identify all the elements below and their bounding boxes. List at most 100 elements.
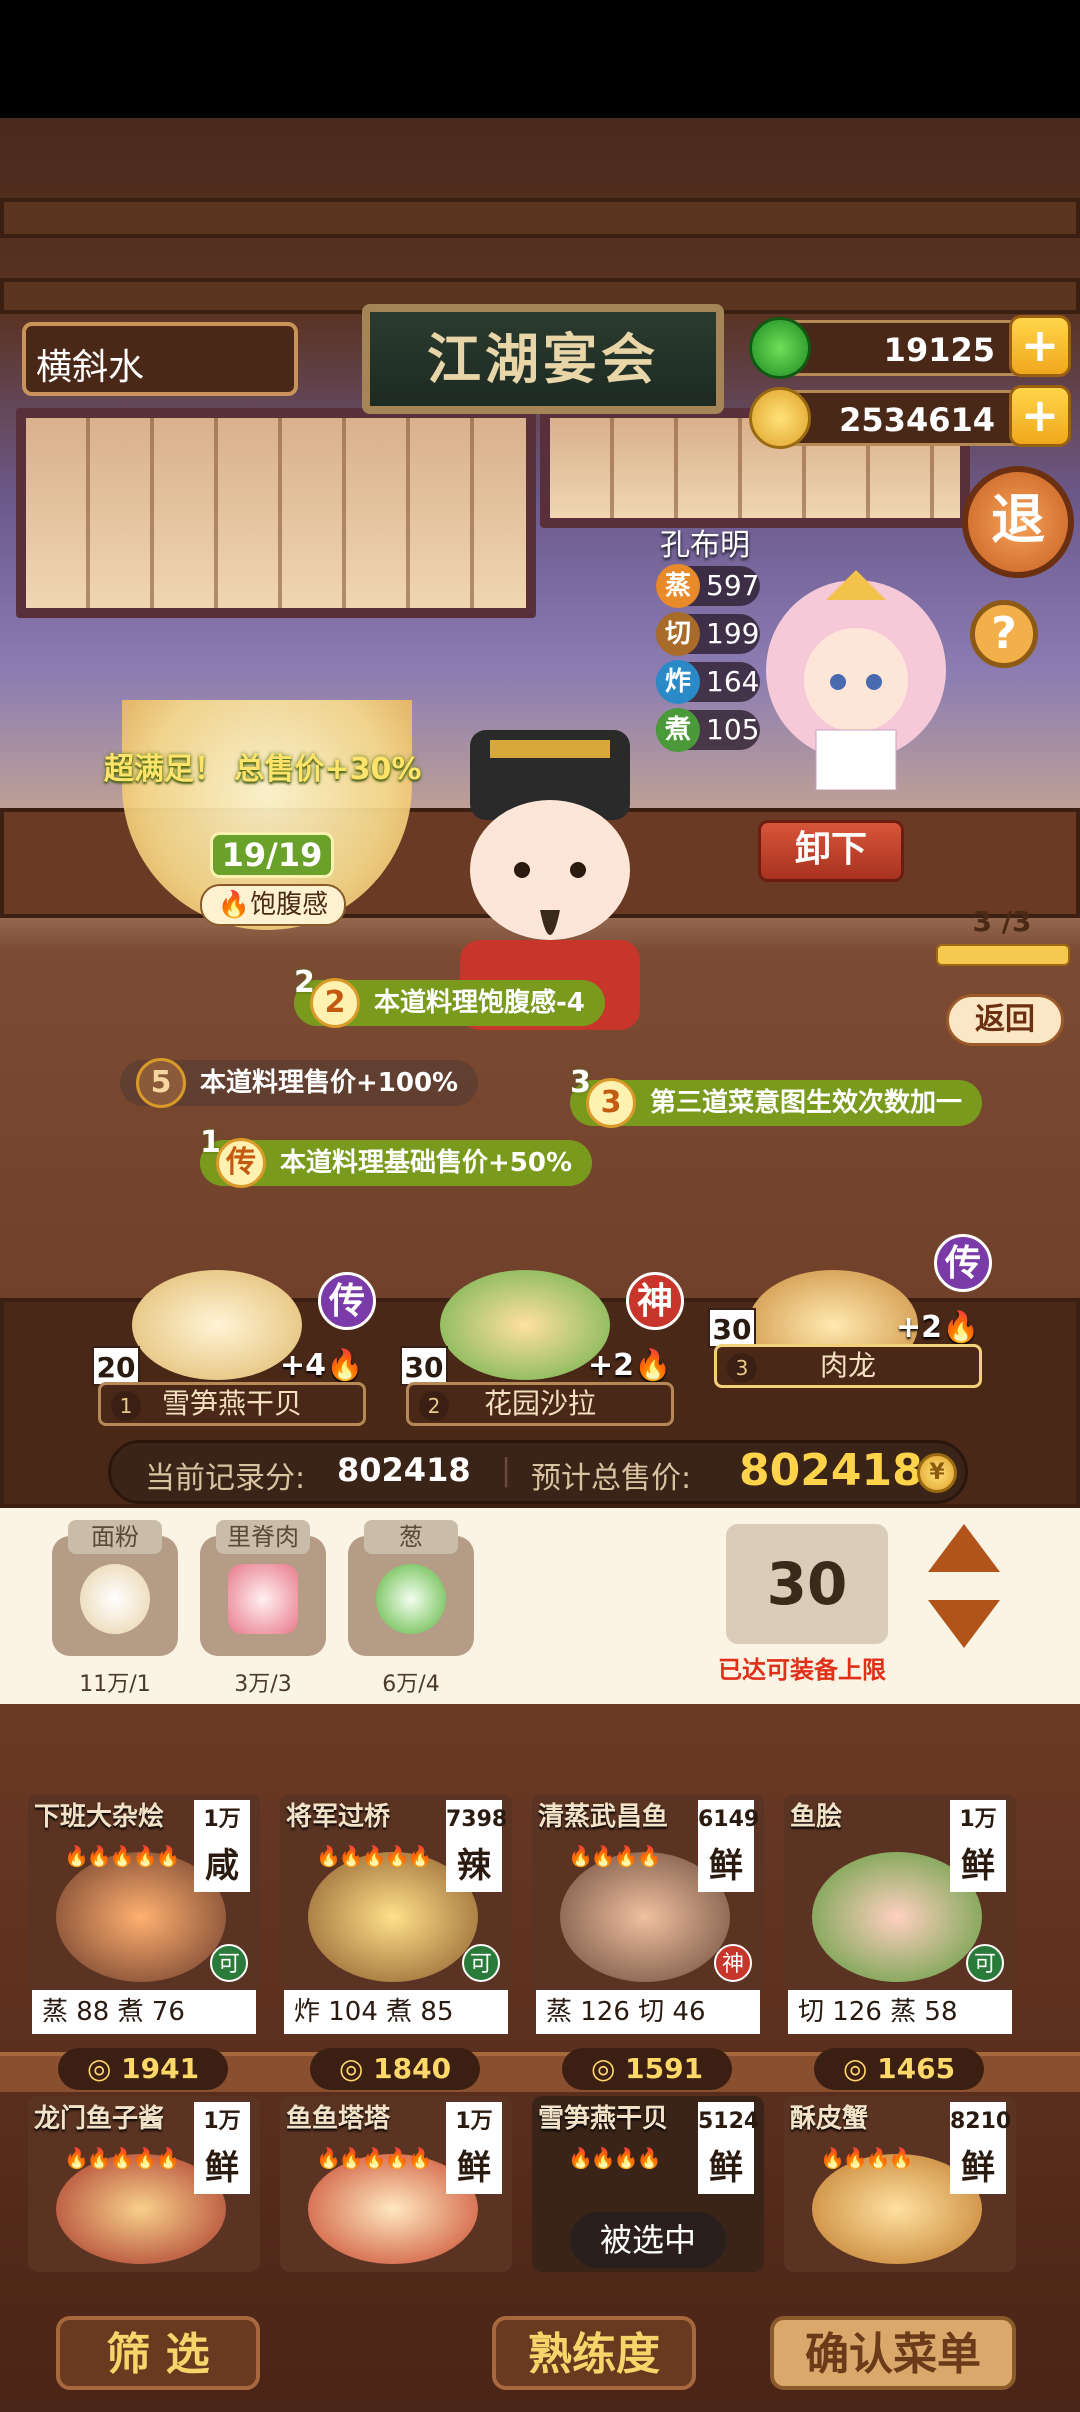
recipe-price-tag: 1万	[194, 2102, 250, 2142]
legend-tier-badge: 传	[934, 1234, 992, 1292]
recipe-taste: 鲜	[950, 1840, 1006, 1892]
effect-icon: 2	[310, 978, 360, 1028]
unload-chef-button[interactable]: 卸下	[758, 820, 904, 882]
recipe-name: 清蒸武昌鱼	[538, 1802, 669, 1832]
jade-icon	[749, 317, 811, 379]
dish-quantity: 30	[708, 1308, 756, 1348]
effect-icon: 5	[136, 1058, 186, 1108]
recipe-name: 龙门鱼子酱	[34, 2104, 165, 2134]
satiety-count: 19/19	[210, 832, 334, 878]
dish-quantity: 20	[92, 1346, 140, 1386]
effect-icon: 3	[586, 1078, 636, 1128]
chef-stat-boil: 煮 105	[656, 708, 760, 752]
recipe-taste: 辣	[446, 1840, 502, 1892]
chef-portrait[interactable]	[756, 560, 956, 790]
recipe-price-tag: 7398	[446, 1800, 507, 1840]
dish-name: 肉龙	[819, 1349, 876, 1382]
recipe-skills: 切 126 蒸 58	[788, 1990, 1012, 2034]
recipe-skills: 蒸 126 切 46	[536, 1990, 760, 2034]
account-name: 横斜水	[22, 322, 298, 396]
stat-value: 105	[706, 713, 760, 746]
recipe-name: 雪笋燕干贝	[538, 2104, 669, 2134]
ingredient-count: 11万/1	[79, 1672, 151, 1697]
recipe-card[interactable]: 龙门鱼子酱 🔥🔥🔥🔥🔥 1万 鲜	[28, 2096, 260, 2276]
dish-name-bar: 1 雪笋燕干贝	[98, 1382, 366, 1426]
dish-quantity: 30	[400, 1346, 448, 1386]
dish-bonus: +4🔥	[280, 1348, 364, 1383]
recipe-price-tag: 1万	[194, 1800, 250, 1840]
flame-rating: 🔥🔥🔥🔥🔥	[64, 2146, 181, 2170]
dish-progress-bar	[936, 944, 1070, 966]
equip-limit-note: 已达可装备上限	[718, 1656, 886, 1684]
recipe-name: 鱼脍	[790, 1802, 843, 1832]
stat-value: 597	[706, 569, 760, 602]
scallion-icon	[376, 1564, 446, 1634]
satiety-label: 🔥饱腹感	[200, 884, 346, 926]
dish-name-bar: 2 花园沙拉	[406, 1382, 674, 1426]
stat-value: 199	[706, 617, 760, 650]
ingredient-name: 面粉	[68, 1520, 162, 1554]
recipe-skills: 炸 104 煮 85	[284, 1990, 508, 2034]
recipe-card[interactable]: 将军过桥 🔥🔥🔥🔥🔥 7398 辣 可 炸 104 煮 85 ◎ 1840	[280, 1794, 512, 2090]
recipe-taste: 鲜	[950, 2142, 1006, 2194]
confirm-menu-button[interactable]: 确认菜单	[770, 2316, 1016, 2390]
effect-price-boost: 5 本道料理售价+100%	[120, 1058, 479, 1108]
recipe-card[interactable]: 鱼鱼塔塔 🔥🔥🔥🔥🔥 1万 鲜	[280, 2096, 512, 2276]
dish-name: 花园沙拉	[483, 1387, 596, 1420]
coin-counter: 2534614 +	[749, 385, 1071, 449]
effect-third-dish: 3 3 第三道菜意图生效次数加一	[570, 1065, 983, 1128]
flame-rating: 🔥🔥🔥🔥🔥	[64, 1844, 181, 1868]
score-bar: 当前记录分: 802418 | 预计总售价: 802418 ¥	[108, 1440, 968, 1504]
lattice-window	[16, 408, 536, 618]
ingredient-name: 葱	[364, 1520, 458, 1554]
event-title-sign: 江湖宴会	[362, 304, 724, 414]
recipe-taste: 咸	[194, 1840, 250, 1892]
help-button[interactable]: ?	[970, 600, 1038, 668]
available-badge: 可	[462, 1944, 500, 1982]
cost-value: 1591	[625, 2052, 704, 2085]
add-coins-button[interactable]: +	[1009, 385, 1071, 447]
recipe-card[interactable]: 清蒸武昌鱼 🔥🔥🔥🔥 6149 鲜 神 蒸 126 切 46 ◎ 1591	[532, 1794, 764, 2090]
jade-value: 19125	[883, 331, 995, 369]
total-price-label: 预计总售价:	[531, 1461, 692, 1496]
recipe-card[interactable]: 雪笋燕干贝 🔥🔥🔥🔥 5124 鲜 被选中	[532, 2096, 764, 2276]
add-jade-button[interactable]: +	[1009, 315, 1071, 377]
coin-icon	[749, 387, 811, 449]
cost-value: 1465	[877, 2052, 956, 2085]
record-score-value: 802418	[337, 1451, 471, 1489]
menu-slot[interactable]: 30 +2🔥 3 肉龙	[708, 1270, 988, 1430]
ingredient-count: 3万/3	[234, 1672, 292, 1697]
cost-value: 1941	[121, 2052, 200, 2085]
dish-name: 雪笋燕干贝	[161, 1387, 302, 1420]
available-badge: 可	[966, 1944, 1004, 1982]
effect-satiety-reduce: 2 2 本道料理饱腹感-4	[294, 965, 605, 1028]
flame-rating: 🔥🔥🔥🔥🔥	[316, 2146, 433, 2170]
recipe-card[interactable]: 鱼脍 1万 鲜 可 切 126 蒸 58 ◎ 1465	[784, 1794, 1016, 2090]
recipe-cost: ◎ 1941	[58, 2048, 228, 2090]
dish-image	[132, 1270, 302, 1380]
recipe-price-tag: 1万	[446, 2102, 502, 2142]
chef-stat-steam: 蒸 597	[656, 564, 760, 608]
effect-text: 第三道菜意图生效次数加一	[650, 1088, 963, 1118]
exit-button[interactable]: 退	[962, 466, 1074, 578]
available-badge: 可	[210, 1944, 248, 1982]
recipe-card[interactable]: 酥皮蟹 🔥🔥🔥🔥 8210 鲜	[784, 2096, 1016, 2276]
proficiency-button[interactable]: 熟练度	[492, 2316, 696, 2390]
recipe-taste: 鲜	[446, 2142, 502, 2194]
decrease-arrow-button[interactable]	[928, 1600, 1000, 1648]
recipe-taste: 鲜	[194, 2142, 250, 2194]
dish-bonus: +2🔥	[588, 1348, 672, 1383]
record-score-label: 当前记录分:	[145, 1461, 306, 1496]
fry-skill-icon: 炸	[656, 660, 700, 704]
increase-arrow-button[interactable]	[928, 1524, 1000, 1572]
jade-counter: 19125 +	[749, 315, 1071, 379]
cut-skill-icon: 切	[656, 612, 700, 656]
coin-value: 2534614	[839, 401, 995, 439]
return-button[interactable]: 返回	[946, 994, 1064, 1046]
dish-bonus-value: +2	[588, 1348, 635, 1383]
recipe-card[interactable]: 下班大杂烩 🔥🔥🔥🔥🔥 1万 咸 可 蒸 88 煮 76 ◎ 1941	[28, 1794, 260, 2090]
filter-button[interactable]: 筛 选	[56, 2316, 260, 2390]
recipe-cost: ◎ 1465	[814, 2048, 984, 2090]
dish-image	[440, 1270, 610, 1380]
recipe-price-tag: 5124	[698, 2102, 759, 2142]
